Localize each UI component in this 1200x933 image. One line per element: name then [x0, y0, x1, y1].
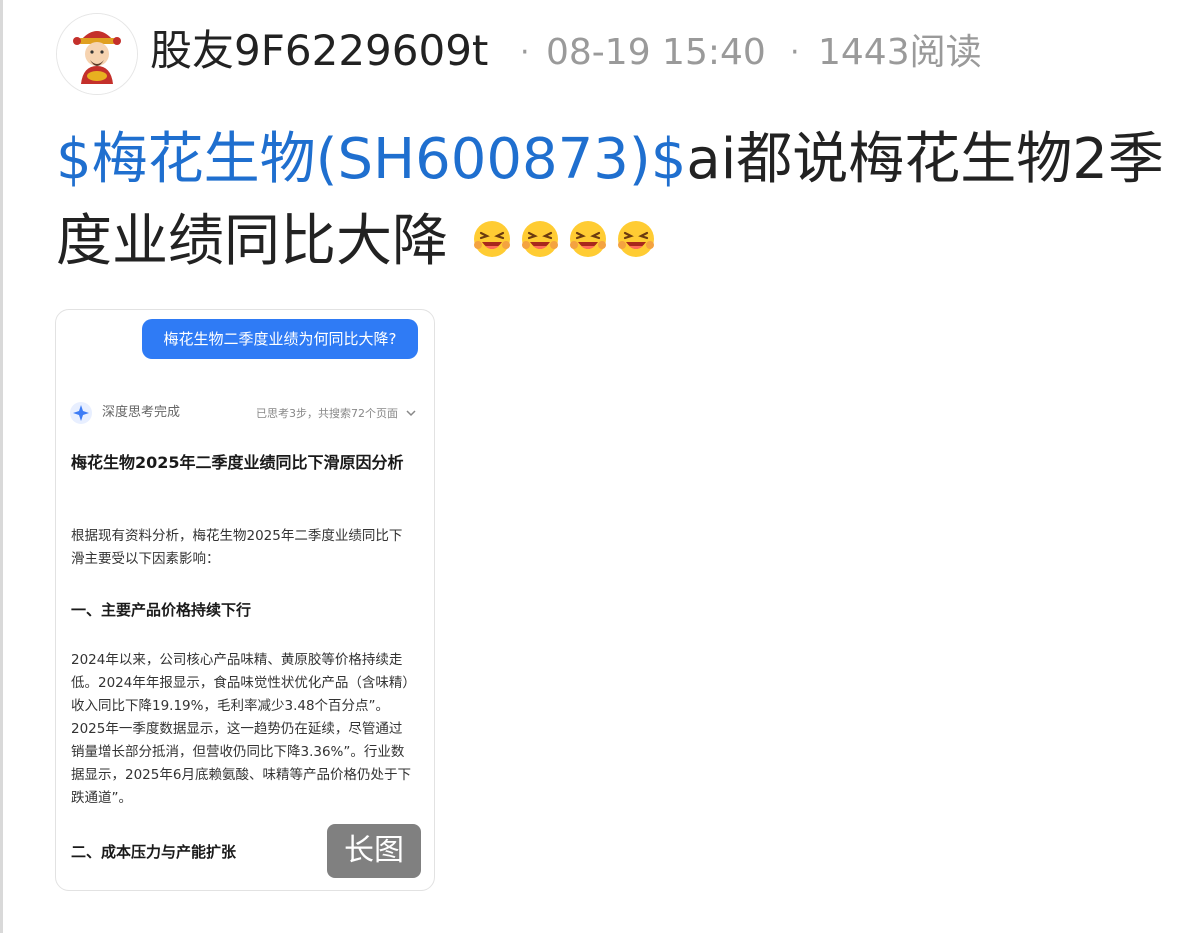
author-name[interactable]: 股友9F6229609t [150, 24, 488, 78]
meta-separator: · [790, 35, 800, 70]
avatar[interactable] [56, 13, 138, 95]
question-bubble: 梅花生物二季度业绩为何同比大降? [142, 319, 418, 359]
section-heading-1: 一、主要产品价格持续下行 [71, 601, 252, 619]
laughing-face-icon [473, 220, 510, 257]
answer-intro: 根据现有资料分析，梅花生物2025年二季度业绩同比下滑主要受以下因素影响： [71, 528, 403, 567]
laughing-face-icon [617, 220, 654, 257]
post-title-line-2: 度业绩同比大降 [56, 202, 656, 282]
think-status-label: 深度思考完成 [102, 405, 181, 420]
laughing-face-icon [569, 220, 606, 257]
chevron-down-icon [406, 410, 416, 417]
post-date: 08-19 15:40 [546, 32, 766, 73]
post-title-line-1: $梅花生物(SH600873)$ai都说梅花生物2季 [56, 120, 1164, 200]
stock-tag-link[interactable]: $梅花生物(SH600873)$ [56, 127, 686, 192]
answer-title: 梅花生物2025年二季度业绩同比下滑原因分析 [71, 453, 404, 472]
section-1-body: 2024年以来，公司核心产品味精、黄原胶等价格持续走低。2024年年报显示，食品… [71, 652, 411, 806]
left-edge-divider [0, 0, 3, 933]
meta-separator: · [520, 35, 530, 70]
laughing-face-icon [521, 220, 558, 257]
post-title-text: ai都说梅花生物2季 [686, 127, 1164, 192]
emoji-row [472, 219, 656, 259]
sparkle-icon [70, 402, 92, 424]
attached-image[interactable]: 梅花生物二季度业绩为何同比大降? 深度思考完成 已思考3步，共搜索72个页面 梅… [55, 309, 435, 891]
deep-think-status: 深度思考完成 已思考3步，共搜索72个页面 [70, 402, 420, 426]
think-meta: 已思考3步，共搜索72个页面 [256, 407, 398, 420]
section-heading-2: 二、成本压力与产能扩张 [71, 843, 237, 861]
long-image-badge[interactable]: 长图 [327, 824, 421, 878]
read-count: 1443阅读 [818, 32, 982, 73]
post-title-text-2: 度业绩同比大降 [56, 209, 448, 274]
